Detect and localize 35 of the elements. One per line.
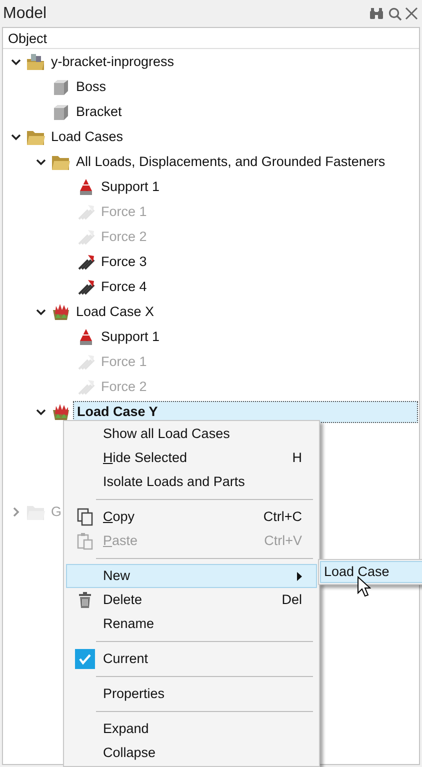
menu-item[interactable]: Load Case [320,561,422,583]
loadcase-icon [51,302,71,322]
tree-item[interactable]: Boss [73,76,110,96]
tree-item[interactable]: Load Case Y [73,400,418,422]
tree-item[interactable]: Bracket [73,102,125,122]
loadcase-icon [51,402,71,422]
checkbox[interactable] [75,649,95,669]
tree-item[interactable]: Force 3 [98,252,150,272]
tree-item[interactable]: Force 4 [98,276,150,296]
assembly-icon [26,52,46,72]
menu-item[interactable]: Expand [66,717,317,741]
search-icon[interactable] [388,6,402,20]
menu-item[interactable]: Copy Ctrl+C [66,505,317,529]
tree-item[interactable]: Support 1 [98,326,163,346]
menu-item[interactable]: Rename [66,612,317,636]
panel-title: Model [3,4,47,24]
tree-item[interactable]: y-bracket-inprogress [48,52,178,72]
trash-icon [78,592,92,608]
tree-item[interactable]: Support 1 [98,176,163,196]
menu-item[interactable]: Hide Selected H [66,446,317,470]
tree-item[interactable]: All Loads, Displacements, and Grounded Fasteners [73,152,388,172]
close-icon[interactable] [405,7,418,20]
paste-icon [77,532,93,550]
binoculars-icon[interactable] [369,7,384,20]
tree-item[interactable]: Load Case X [73,302,158,322]
copy-icon [77,508,93,526]
menu-item[interactable]: Properties [66,682,317,706]
submenu-arrow-icon [297,572,302,580]
menu-item[interactable]: Isolate Loads and Parts [66,470,317,494]
menu-item[interactable]: New [66,564,317,588]
menu-item[interactable]: Delete Del [66,588,317,612]
menu-item[interactable]: Collapse [66,741,317,765]
tree-item[interactable]: Load Cases [48,126,126,146]
menu-item[interactable]: Current [66,647,317,671]
menu-item[interactable]: Show all Load Cases [66,422,317,446]
